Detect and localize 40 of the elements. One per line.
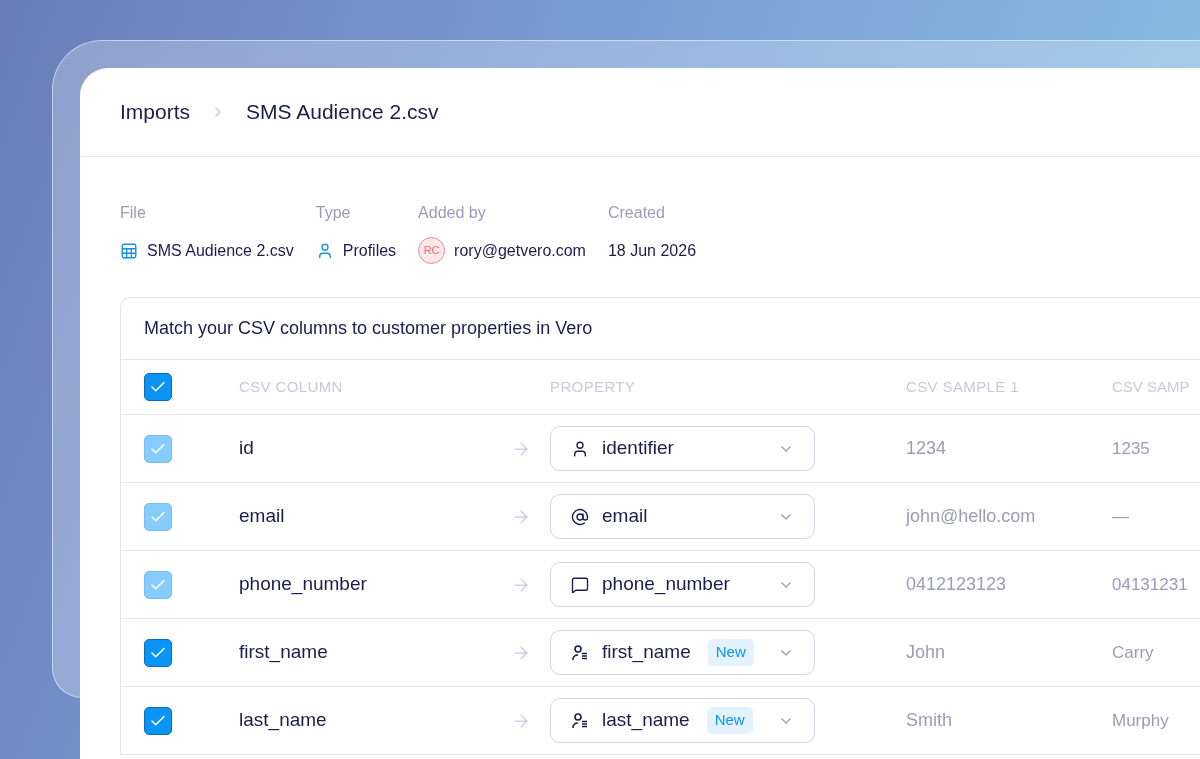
new-badge: New (706, 707, 753, 734)
table-cell-text: john@hello.com (904, 505, 1037, 528)
field-label: Added by (418, 203, 487, 223)
table-cell-text: Murphy (1112, 709, 1170, 732)
page-title: SMS Audience 2.csv (246, 99, 439, 126)
field-label: Created (607, 203, 666, 223)
property-dropdown[interactable]: first_name New (550, 630, 815, 675)
person-list-icon (571, 711, 589, 730)
table-cell-text: phone_number (239, 572, 368, 597)
field-label: File (120, 203, 147, 223)
table-cell-text: — (1112, 505, 1130, 528)
checkbox[interactable] (144, 638, 172, 667)
table-cell-text: John (905, 641, 947, 664)
table-cell-text: 04131231 (1112, 573, 1189, 596)
spreadsheet-icon (120, 241, 138, 260)
table-cell-text: 1235 (1112, 437, 1151, 460)
table-cell-text: Carry (1112, 641, 1155, 664)
speech-bubble-icon (571, 575, 589, 594)
avatar: RC (418, 237, 446, 264)
field-value: rory@getvero.com (454, 240, 586, 261)
table-cell-text: Smith (905, 709, 953, 732)
field-value: Profiles (342, 240, 397, 261)
table-cell-text: 0412123123 (905, 573, 1008, 596)
checkbox[interactable] (144, 373, 172, 401)
table-cell-text: email (239, 504, 286, 529)
person-icon (571, 439, 589, 458)
new-badge: New (707, 639, 754, 666)
at-sign-icon (571, 507, 589, 526)
field-value: 18 Jun 2026 (607, 240, 697, 261)
table-cell-text: id (239, 436, 255, 461)
table-cell-text: 1234 (905, 437, 948, 460)
property-dropdown[interactable]: last_name New (550, 698, 815, 743)
breadcrumb-link[interactable]: Imports (120, 96, 190, 128)
field-label: Type (315, 203, 352, 223)
person-list-icon (571, 643, 589, 662)
checkbox[interactable] (144, 706, 172, 735)
table-cell-text: last_name (239, 708, 328, 733)
field-value: SMS Audience 2.csv (147, 240, 294, 261)
table-cell-text: first_name (239, 640, 329, 665)
table-title: Match your CSV columns to customer properties in Vero (144, 317, 593, 340)
